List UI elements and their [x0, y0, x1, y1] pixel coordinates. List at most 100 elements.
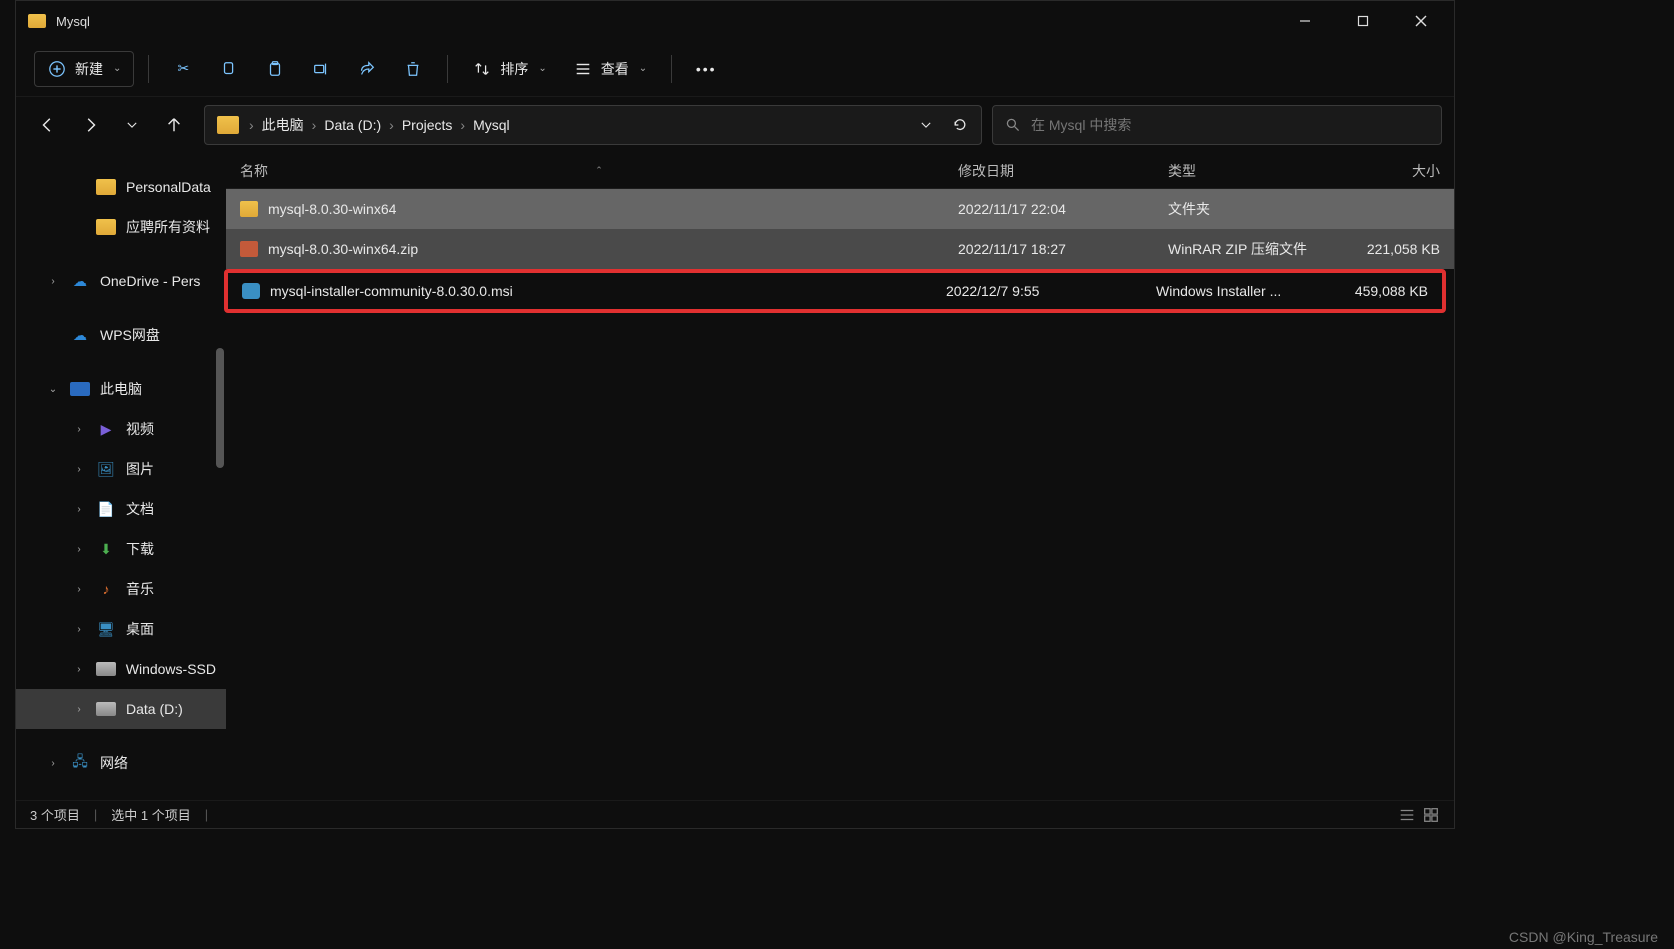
share-button[interactable] — [347, 51, 387, 87]
details-view-button[interactable] — [1398, 806, 1416, 824]
chevron-down-icon: ⌄ — [538, 63, 546, 74]
chevron-right-icon: › — [72, 542, 86, 556]
back-button[interactable] — [28, 105, 68, 145]
status-count: 3 个项目 — [30, 805, 80, 824]
forward-button[interactable] — [70, 105, 110, 145]
plus-circle-icon — [47, 59, 67, 79]
window-title: Mysql — [56, 14, 90, 29]
close-button[interactable] — [1392, 1, 1450, 41]
chevron-right-icon: › — [72, 662, 86, 676]
column-headers: 名称⌃ 修改日期 类型 大小 — [226, 153, 1454, 189]
sidebar-item[interactable]: 应聘所有资料 — [16, 207, 226, 247]
sidebar-item[interactable]: PersonalData — [16, 167, 226, 207]
chevron-down-icon: ⌄ — [113, 63, 121, 74]
breadcrumb-item[interactable]: 此电脑 — [258, 115, 308, 135]
search-box[interactable] — [992, 105, 1442, 145]
titlebar: Mysql — [16, 1, 1454, 41]
sidebar-item[interactable]: › Data (D:) — [16, 689, 226, 729]
sidebar-item[interactable]: › Windows-SSD — [16, 649, 226, 689]
chevron-right-icon: › — [46, 274, 60, 288]
sort-button[interactable]: 排序 ⌄ — [462, 51, 556, 87]
copy-icon — [219, 59, 239, 79]
chevron-down-icon: ⌄ — [46, 382, 60, 396]
sidebar-item[interactable]: ›📄文档 — [16, 489, 226, 529]
chevron-right-icon: › — [72, 422, 86, 436]
sidebar-item-label: OneDrive - Pers — [100, 273, 200, 289]
path-dropdown-button[interactable] — [911, 105, 941, 145]
trash-icon — [403, 59, 423, 79]
minimize-button[interactable] — [1276, 1, 1334, 41]
sidebar-item-label: WPS网盘 — [100, 325, 160, 345]
file-list: 名称⌃ 修改日期 类型 大小 mysql-8.0.30-winx642022/1… — [226, 153, 1454, 800]
sidebar-item-label: 此电脑 — [100, 379, 142, 399]
sidebar-item-label: 桌面 — [126, 619, 154, 639]
sidebar-item[interactable]: ›🖥桌面 — [16, 609, 226, 649]
sidebar-item[interactable]: ›♪音乐 — [16, 569, 226, 609]
rename-icon — [311, 59, 331, 79]
view-button[interactable]: 查看 ⌄ — [563, 51, 657, 87]
sidebar-item-label: 应聘所有资料 — [126, 217, 210, 237]
file-size: 459,088 KB — [1322, 283, 1442, 299]
clipboard-icon — [265, 59, 285, 79]
up-button[interactable] — [154, 105, 194, 145]
column-date[interactable]: 修改日期 — [944, 153, 1154, 188]
sidebar-item-label: Data (D:) — [126, 701, 183, 717]
sidebar-item[interactable]: ⌄ 此电脑 — [16, 369, 226, 409]
share-icon — [357, 59, 377, 79]
scrollbar-thumb[interactable] — [216, 348, 224, 468]
file-date: 2022/11/17 18:27 — [944, 241, 1154, 257]
folder-icon — [217, 116, 239, 134]
sort-label: 排序 — [500, 59, 528, 79]
file-name: mysql-8.0.30-winx64.zip — [268, 241, 418, 257]
explorer-window: Mysql 新建 ⌄ ✂ — [15, 0, 1455, 829]
file-row[interactable]: mysql-installer-community-8.0.30.0.msi20… — [224, 269, 1446, 313]
sidebar-item[interactable]: ☁WPS网盘 — [16, 315, 226, 355]
chevron-right-icon: › — [385, 117, 398, 133]
file-row[interactable]: mysql-8.0.30-winx642022/11/17 22:04文件夹 — [226, 189, 1454, 229]
breadcrumb-item[interactable]: Projects — [398, 117, 457, 133]
scissors-icon: ✂ — [173, 59, 193, 79]
rename-button[interactable] — [301, 51, 341, 87]
file-type: 文件夹 — [1154, 199, 1334, 219]
toolbar: 新建 ⌄ ✂ 排序 ⌄ 查看 ⌄ ••• — [16, 41, 1454, 97]
search-input[interactable] — [1031, 117, 1429, 133]
sidebar-item[interactable]: ›🖼图片 — [16, 449, 226, 489]
copy-button[interactable] — [209, 51, 249, 87]
address-bar[interactable]: › 此电脑 › Data (D:) › Projects › Mysql — [204, 105, 982, 145]
file-name: mysql-installer-community-8.0.30.0.msi — [270, 283, 513, 299]
column-name[interactable]: 名称⌃ — [226, 153, 944, 188]
sidebar-item-label: 视频 — [126, 419, 154, 439]
thumbnails-view-button[interactable] — [1422, 806, 1440, 824]
sidebar-item-label: Windows-SSD — [126, 661, 216, 677]
more-button[interactable]: ••• — [686, 51, 726, 87]
file-type: WinRAR ZIP 压缩文件 — [1154, 239, 1334, 259]
sort-icon — [472, 59, 492, 79]
sidebar-item-label: 下载 — [126, 539, 154, 559]
sidebar-item[interactable]: ›▶视频 — [16, 409, 226, 449]
delete-button[interactable] — [393, 51, 433, 87]
column-type[interactable]: 类型 — [1154, 153, 1334, 188]
chevron-right-icon: › — [308, 117, 321, 133]
more-icon: ••• — [696, 59, 716, 79]
sidebar-item[interactable]: ›⬇下载 — [16, 529, 226, 569]
view-label: 查看 — [601, 59, 629, 79]
zip-icon — [240, 241, 258, 257]
breadcrumb-item[interactable]: Data (D:) — [320, 117, 385, 133]
chevron-right-icon: › — [72, 582, 86, 596]
column-size[interactable]: 大小 — [1334, 153, 1454, 188]
chevron-right-icon: › — [456, 117, 469, 133]
recent-dropdown[interactable] — [112, 105, 152, 145]
chevron-right-icon: › — [72, 702, 86, 716]
search-icon — [1005, 117, 1021, 133]
maximize-button[interactable] — [1334, 1, 1392, 41]
refresh-button[interactable] — [945, 105, 975, 145]
new-button[interactable]: 新建 ⌄ — [34, 51, 134, 87]
file-row[interactable]: mysql-8.0.30-winx64.zip 2022/11/17 18:27W… — [226, 229, 1454, 269]
chevron-right-icon: › — [46, 756, 60, 770]
sidebar-item[interactable]: ›🖧网络 — [16, 743, 226, 783]
sidebar-item[interactable]: ›☁OneDrive - Pers — [16, 261, 226, 301]
cut-button[interactable]: ✂ — [163, 51, 203, 87]
chevron-right-icon: › — [72, 462, 86, 476]
paste-button[interactable] — [255, 51, 295, 87]
breadcrumb-item[interactable]: Mysql — [469, 117, 514, 133]
